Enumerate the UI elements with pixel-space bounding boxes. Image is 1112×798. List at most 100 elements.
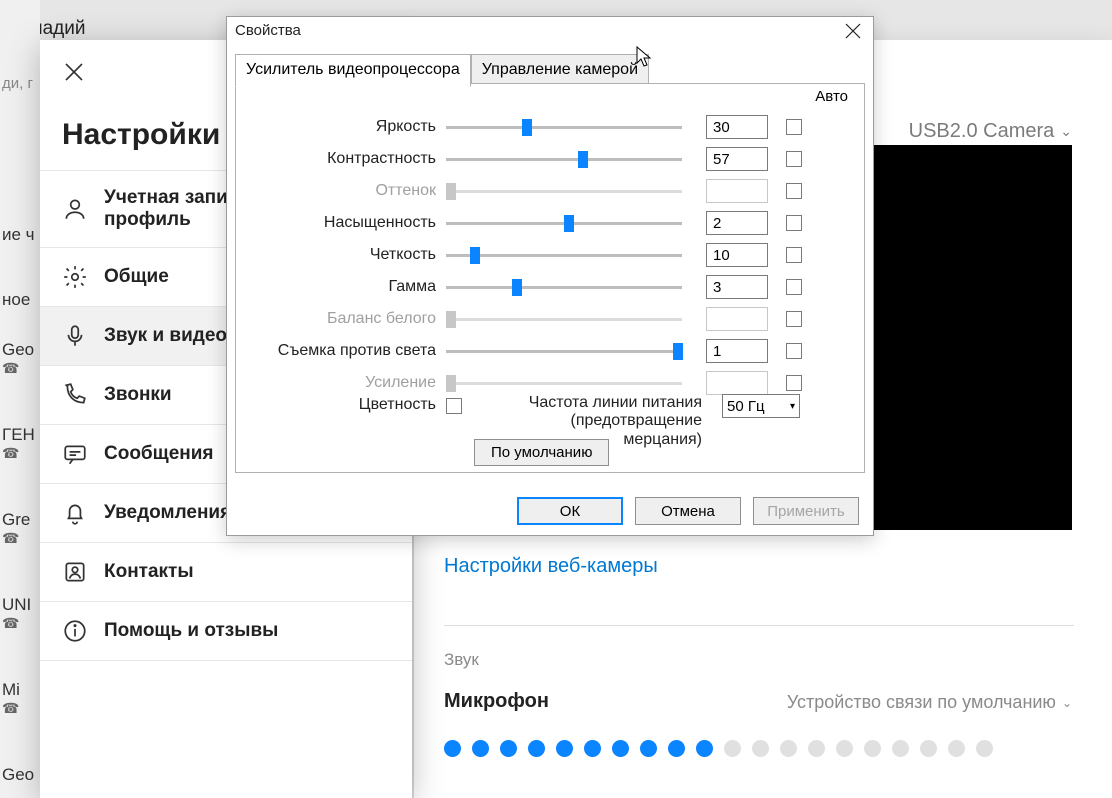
color-enable-label: Цветность (236, 394, 446, 414)
chat-icon (62, 441, 88, 467)
nav-item-help-feedback[interactable]: Помощь и отзывы (40, 601, 412, 661)
property-row: Четкость (236, 240, 864, 270)
property-value-input (706, 179, 768, 203)
level-dot (444, 740, 461, 757)
property-auto-checkbox[interactable] (786, 247, 802, 263)
bg-contact-6: Mi☎ (2, 680, 20, 717)
property-value-input[interactable] (706, 339, 768, 363)
microphone-device-select[interactable]: Устройство связи по умолчанию ⌄ (787, 692, 1072, 713)
level-dot (976, 740, 993, 757)
powerline-freq-value: 50 Гц (727, 398, 765, 415)
info-icon (62, 618, 88, 644)
dialog-button-bar: ОК Отмена Применить (227, 497, 873, 525)
slider-thumb[interactable] (522, 119, 532, 136)
user-icon (62, 196, 88, 222)
restore-defaults-button[interactable]: По умолчанию (474, 439, 609, 466)
property-auto-checkbox[interactable] (786, 151, 802, 167)
camera-preview (867, 145, 1072, 530)
slider-thumb[interactable] (673, 343, 683, 360)
property-label: Съемка против света (236, 342, 446, 360)
microphone-level-meter (444, 740, 993, 757)
slider-thumb (446, 375, 456, 392)
chevron-down-icon: ▾ (790, 401, 795, 412)
property-slider (446, 190, 682, 193)
ok-button[interactable]: ОК (517, 497, 623, 525)
property-value-input[interactable] (706, 115, 768, 139)
dialog-title: Свойства (235, 22, 301, 39)
nav-label: Контакты (104, 561, 194, 583)
bg-contact-3: ГЕН☎ (2, 425, 35, 462)
level-dot (780, 740, 797, 757)
level-dot (752, 740, 769, 757)
powerline-freq-select[interactable]: 50 Гц ▾ (722, 394, 800, 418)
apply-button[interactable]: Применить (753, 497, 859, 525)
webcam-settings-link[interactable]: Настройки веб-камеры (444, 555, 658, 578)
level-dot (528, 740, 545, 757)
property-slider (446, 318, 682, 321)
property-label: Баланс белого (236, 310, 446, 328)
level-dot (668, 740, 685, 757)
level-dot (892, 740, 909, 757)
level-dot (808, 740, 825, 757)
nav-label: Звонки (104, 384, 172, 406)
property-slider (446, 382, 682, 385)
property-slider[interactable] (446, 222, 682, 225)
property-label: Насыщенность (236, 214, 446, 232)
gear-icon (62, 264, 88, 290)
divider (444, 625, 1074, 626)
property-auto-checkbox[interactable] (786, 215, 802, 231)
slider-thumb[interactable] (512, 279, 522, 296)
property-row: Баланс белого (236, 304, 864, 334)
camera-device-select[interactable]: USB2.0 Camera ⌄ (909, 120, 1072, 143)
property-row: Насыщенность (236, 208, 864, 238)
auto-column-header: Авто (815, 88, 848, 105)
property-value-input[interactable] (706, 211, 768, 235)
chevron-down-icon: ⌄ (1060, 123, 1072, 140)
property-row: Контрастность (236, 144, 864, 174)
property-value-input[interactable] (706, 147, 768, 171)
cancel-button[interactable]: Отмена (635, 497, 741, 525)
level-dot (612, 740, 629, 757)
slider-thumb (446, 311, 456, 328)
tab-video-proc-amp[interactable]: Усилитель видеопроцессора (235, 54, 471, 87)
slider-thumb[interactable] (564, 215, 574, 232)
property-auto-checkbox[interactable] (786, 311, 802, 327)
property-label: Усиление (236, 374, 446, 392)
close-settings-button[interactable] (62, 60, 86, 84)
property-auto-checkbox[interactable] (786, 119, 802, 135)
property-slider[interactable] (446, 350, 682, 353)
property-auto-checkbox[interactable] (786, 343, 802, 359)
close-icon (843, 21, 863, 41)
nav-label: Общие (104, 266, 169, 288)
property-value-input (706, 307, 768, 331)
property-value-input[interactable] (706, 275, 768, 299)
level-dot (584, 740, 601, 757)
phone-icon (62, 382, 88, 408)
nav-label: Уведомления (104, 502, 231, 524)
property-slider[interactable] (446, 254, 682, 257)
property-slider[interactable] (446, 158, 682, 161)
slider-thumb[interactable] (470, 247, 480, 264)
properties-dialog: Свойства Усилитель видеопроцессора Управ… (226, 16, 874, 536)
color-enable-checkbox[interactable] (446, 398, 462, 414)
property-label: Четкость (236, 246, 446, 264)
property-slider[interactable] (446, 126, 682, 129)
dialog-close-button[interactable] (843, 21, 863, 41)
property-auto-checkbox[interactable] (786, 183, 802, 199)
property-auto-checkbox[interactable] (786, 375, 802, 391)
property-slider[interactable] (446, 286, 682, 289)
level-dot (948, 740, 965, 757)
property-label: Яркость (236, 118, 446, 136)
camera-device-label: USB2.0 Camera (909, 120, 1055, 143)
property-value-input[interactable] (706, 243, 768, 267)
property-row: Оттенок (236, 176, 864, 206)
nav-label: Сообщения (104, 443, 214, 465)
sound-section-label: Звук (444, 650, 479, 670)
slider-thumb[interactable] (578, 151, 588, 168)
tab-body: Авто Яркость КонтрастностьОттенок Насыщенн… (235, 83, 865, 473)
property-value-input (706, 371, 768, 395)
nav-item-contacts[interactable]: Контакты (40, 542, 412, 601)
microphone-device-label: Устройство связи по умолчанию (787, 692, 1056, 713)
property-auto-checkbox[interactable] (786, 279, 802, 295)
level-dot (640, 740, 657, 757)
